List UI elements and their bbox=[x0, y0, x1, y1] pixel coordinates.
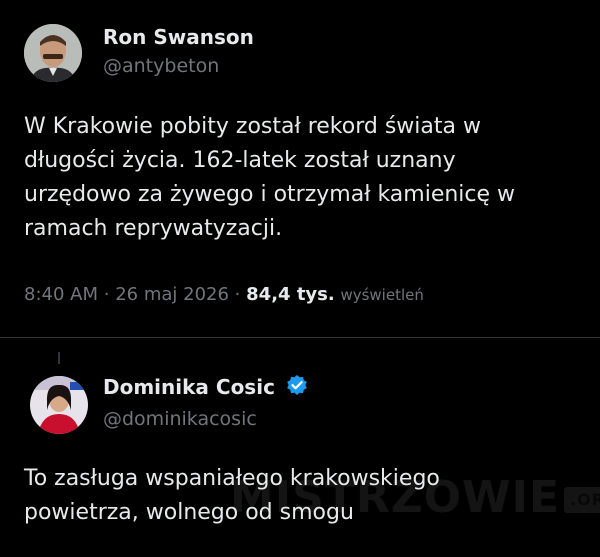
watermark-suffix: .ORG bbox=[564, 487, 600, 513]
reply-author-name[interactable]: Dominika Cosic bbox=[103, 375, 275, 399]
meta-separator: · bbox=[234, 284, 241, 305]
verified-badge-icon bbox=[286, 374, 308, 400]
author-handle[interactable]: @antybeton bbox=[103, 55, 219, 77]
views-count: 84,4 tys. bbox=[246, 284, 335, 305]
watermark-text: MISTRZOWIE bbox=[230, 472, 561, 523]
divider bbox=[0, 337, 600, 338]
tweet-text-line: długości życia. 162-latek został uznany bbox=[24, 148, 456, 173]
thread-line bbox=[58, 352, 60, 364]
author-avatar[interactable] bbox=[24, 24, 82, 82]
tweet-time[interactable]: 8:40 AM bbox=[24, 284, 98, 305]
meta-separator: · bbox=[103, 284, 110, 305]
author-name[interactable]: Ron Swanson bbox=[103, 25, 254, 49]
tweet-text-line: ramach reprywatyzacji. bbox=[24, 216, 283, 241]
tweet-date[interactable]: 26 maj 2026 bbox=[115, 284, 229, 305]
tweet-meta: 8:40 AM · 26 maj 2026 · 84,4 tys. wyświe… bbox=[24, 284, 424, 305]
reply-author-handle[interactable]: @dominikacosic bbox=[103, 408, 257, 430]
reply-author-avatar[interactable] bbox=[30, 376, 88, 434]
tweet-text-line: urzędowo za żywego i otrzymał kamienicę … bbox=[24, 182, 516, 207]
tweet-text: W Krakowie pobity został rekord świata w… bbox=[24, 110, 584, 246]
watermark: MISTRZOWIE.ORG bbox=[230, 468, 600, 528]
views-label: wyświetleń bbox=[340, 286, 424, 304]
tweet-text-line: W Krakowie pobity został rekord świata w bbox=[24, 114, 481, 139]
